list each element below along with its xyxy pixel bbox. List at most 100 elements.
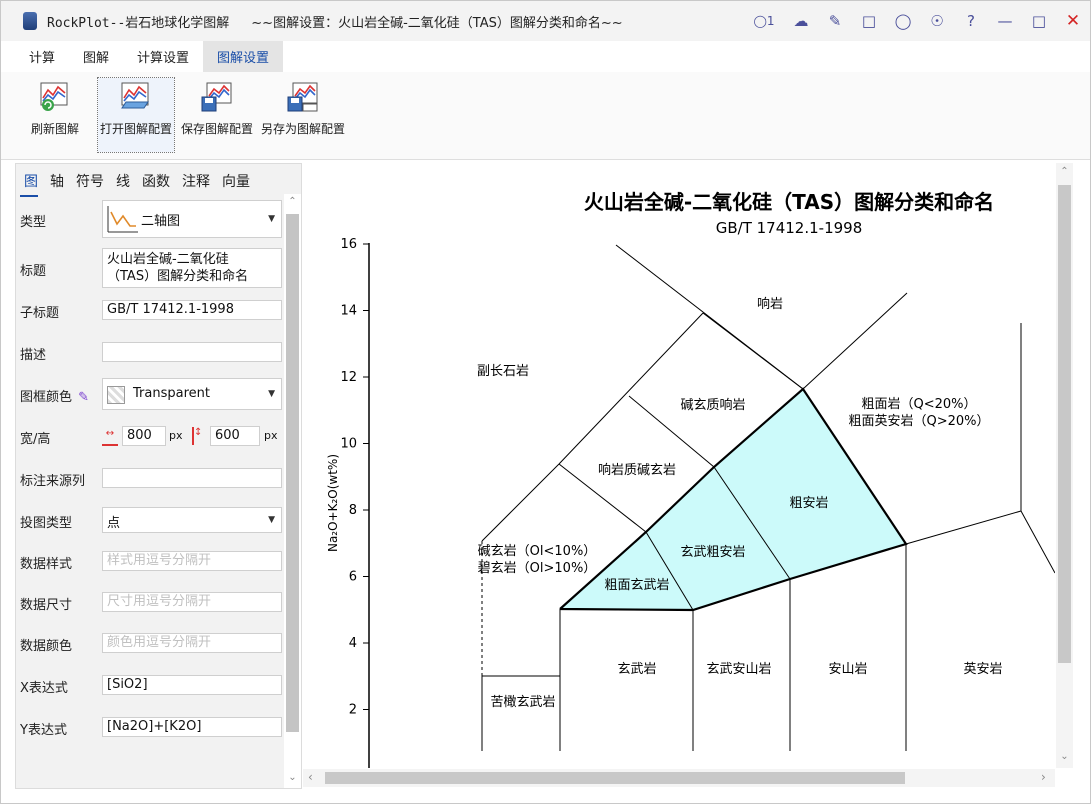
plot-type-value: 点 xyxy=(107,516,121,531)
data-color-field[interactable]: 颜色用逗号分隔开 xyxy=(102,633,282,653)
cloud-sync-icon[interactable]: ☁ xyxy=(784,1,818,41)
app-logo-icon xyxy=(23,12,37,30)
width-unit: px xyxy=(169,429,183,442)
tab-diagram-settings[interactable]: 图解设置 xyxy=(203,41,284,72)
app-window: RockPlot--岩石地球化学图解 ~~图解设置：火山岩全碱-二氧化硅（TAS… xyxy=(0,0,1091,804)
pen-icon: ✎ xyxy=(78,390,90,405)
field-label-basanite: 碧玄岩（Ol>10%） xyxy=(478,561,597,576)
chart-title: 火山岩全碱-二氧化硅（TAS）图解分类和命名 xyxy=(584,190,994,214)
boundary-line xyxy=(802,292,908,390)
subtitle-field[interactable]: GB/T 17412.1-1998 xyxy=(102,300,282,320)
title-bar: RockPlot--岩石地球化学图解 ~~图解设置：火山岩全碱-二氧化硅（TAS… xyxy=(1,1,1090,41)
refresh-chart-icon xyxy=(40,82,68,111)
save-config-label: 保存图解配置 xyxy=(180,122,253,136)
scroll-down-icon[interactable]: ⌄ xyxy=(284,772,301,783)
frame-color-label: 图框颜色 ✎ xyxy=(20,386,89,405)
data-size-field[interactable]: 尺寸用逗号分隔开 xyxy=(102,592,282,612)
chart-vertical-scrollbar[interactable]: ⌃ ⌄ xyxy=(1056,163,1073,768)
x-expression-field[interactable]: [SiO2] xyxy=(102,675,282,695)
help-icon[interactable]: ? xyxy=(954,1,988,41)
refresh-chart-button[interactable]: 刷新图解 xyxy=(27,78,83,152)
y-tick-label: 12 xyxy=(340,370,357,385)
tab-calculate[interactable]: 计算 xyxy=(15,41,69,72)
eraser-icon[interactable]: ✎ xyxy=(818,1,852,41)
frame-color-select[interactable]: Transparent ▼ xyxy=(102,378,282,410)
y-tick-label: 14 xyxy=(340,304,357,319)
maximize-icon[interactable]: □ xyxy=(1022,1,1056,41)
chart-canvas: 火山岩全碱-二氧化硅（TAS）图解分类和命名 GB/T 17412.1-1998… xyxy=(303,163,1056,768)
title-field[interactable]: 火山岩全碱-二氧化硅 （TAS）图解分类和命名 xyxy=(102,248,282,288)
chevron-down-icon: ▼ xyxy=(268,214,275,224)
data-color-label: 数据颜色 xyxy=(20,639,73,654)
boundary-line xyxy=(558,312,704,465)
open-config-button[interactable]: 打开图解配置 xyxy=(97,77,175,153)
height-field[interactable]: 600 xyxy=(210,426,260,446)
document-title: ~~图解设置：火山岩全碱-二氧化硅（TAS）图解分类和命名~~ xyxy=(251,15,623,31)
scroll-left-icon[interactable]: ‹ xyxy=(308,770,313,784)
panel-scroll-thumb[interactable] xyxy=(286,214,299,732)
field-label-trachyandesite: 粗安岩 xyxy=(789,496,828,511)
tab-symbol[interactable]: 符号 xyxy=(70,171,110,191)
type-select[interactable]: 二轴图 ▼ xyxy=(102,200,282,238)
plot-type-select[interactable]: 点 ▼ xyxy=(102,507,282,533)
width-field[interactable]: 800 xyxy=(122,426,166,446)
field-label-tephrite: 碱玄岩（Ol<10%） xyxy=(478,544,597,559)
size-controls: ↔ 800 px ↕ 600 px xyxy=(102,426,287,448)
line-chart-icon xyxy=(107,206,138,233)
refresh-chart-label: 刷新图解 xyxy=(30,122,79,136)
chart-horizontal-scrollbar[interactable]: ‹ › xyxy=(303,769,1055,787)
properties-panel: 图 轴 符号 线 函数 注释 向量 类型 二轴图 ▼ 标题 火山岩全碱-二氧化硅… xyxy=(15,163,302,789)
tab-line[interactable]: 线 xyxy=(110,171,136,191)
chart-subtitle: GB/T 17412.1-1998 xyxy=(716,219,863,237)
scroll-down-icon[interactable]: ⌄ xyxy=(1056,751,1073,762)
tab-diagram[interactable]: 图解 xyxy=(69,41,123,72)
tas-diagram: 火山岩全碱-二氧化硅（TAS）图解分类和命名 GB/T 17412.1-1998… xyxy=(326,190,1056,768)
field-label-basalt: 玄武岩 xyxy=(617,662,656,677)
x-expression-label: X表达式 xyxy=(20,681,68,696)
scroll-up-icon[interactable]: ⌃ xyxy=(1056,166,1073,177)
minimize-icon[interactable]: — xyxy=(988,1,1022,41)
panel-scrollbar[interactable]: ⌃ ⌄ xyxy=(284,194,301,788)
description-field[interactable] xyxy=(102,342,282,362)
field-label-basaltic-trachyandesite: 玄武粗安岩 xyxy=(680,545,745,560)
save-as-config-button[interactable]: 另存为图解配置 xyxy=(259,78,347,152)
tab-calc-settings[interactable]: 计算设置 xyxy=(123,41,203,72)
field-label-foidite: 副长石岩 xyxy=(477,364,529,379)
height-icon: ↕ xyxy=(192,427,206,445)
field-label-picrobasalt: 苦橄玄武岩 xyxy=(490,694,555,710)
source-column-field[interactable] xyxy=(102,468,282,488)
tab-axis[interactable]: 轴 xyxy=(44,171,70,191)
user-count: 1 xyxy=(766,14,775,28)
y-tick-label: 10 xyxy=(340,437,357,452)
width-icon: ↔ xyxy=(102,428,118,446)
user-icon[interactable]: ◯ 1 xyxy=(744,1,784,41)
transparent-swatch-icon xyxy=(107,386,125,404)
field-label-tephriphonolite: 碱玄质响岩 xyxy=(680,397,745,413)
data-size-label: 数据尺寸 xyxy=(20,598,73,613)
tab-function[interactable]: 函数 xyxy=(136,171,176,191)
scroll-right-icon[interactable]: › xyxy=(1041,770,1046,784)
scroll-up-icon[interactable]: ⌃ xyxy=(284,196,301,207)
field-label-trachyte: 粗面岩（Q<20%） xyxy=(861,397,976,412)
height-unit: px xyxy=(264,429,278,442)
field-label-dacite: 英安岩 xyxy=(963,662,1002,677)
open-config-icon xyxy=(121,82,149,109)
tab-annotation[interactable]: 注释 xyxy=(176,171,216,191)
chart-vscroll-thumb[interactable] xyxy=(1058,185,1071,663)
field-label-phonolite: 响岩 xyxy=(757,296,783,312)
chat-icon[interactable]: □ xyxy=(852,1,886,41)
field-label-trachydacite: 粗面英安岩（Q>20%） xyxy=(848,414,989,429)
field-label-trachybasalt: 粗面玄武岩 xyxy=(604,578,669,593)
data-style-field[interactable]: 样式用逗号分隔开 xyxy=(102,551,282,571)
save-config-button[interactable]: 保存图解配置 xyxy=(179,78,255,152)
size-label: 宽/高 xyxy=(20,432,51,447)
y-expression-field[interactable]: [Na2O]+[K2O] xyxy=(102,717,282,737)
dollar-icon[interactable]: ◯ xyxy=(886,1,920,41)
tab-vector[interactable]: 向量 xyxy=(216,171,256,191)
globe-icon[interactable]: ☉ xyxy=(920,1,954,41)
chart-hscroll-thumb[interactable] xyxy=(325,772,905,784)
frame-color-text: 图框颜色 xyxy=(20,390,73,405)
close-icon[interactable]: ✕ xyxy=(1056,1,1090,41)
y-axis-label: Na₂O+K₂O(wt%) xyxy=(326,454,340,552)
tab-chart[interactable]: 图 xyxy=(18,171,44,191)
